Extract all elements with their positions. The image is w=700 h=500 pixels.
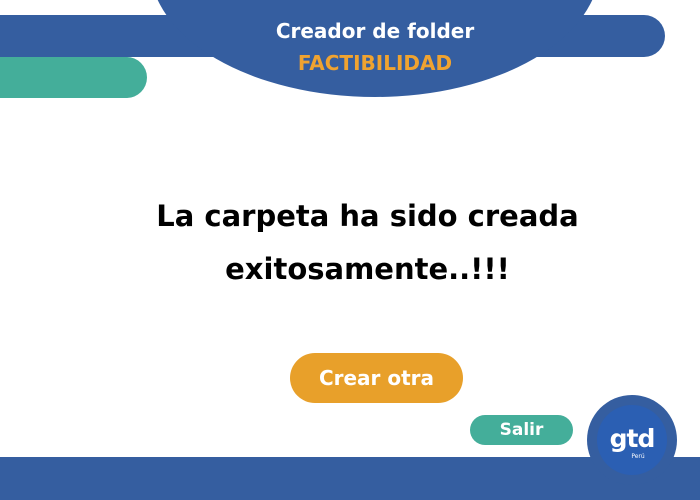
header-dome: [150, 0, 600, 97]
header-teal-band: [0, 57, 147, 98]
header-title: Creador de folder: [275, 19, 475, 43]
gtd-logo-subtext: Perú: [631, 453, 645, 460]
create-another-button[interactable]: Crear otra: [290, 353, 463, 403]
success-message-line-2: exitosamente..!!!: [225, 252, 510, 286]
success-message-line-1: La carpeta ha sido creada: [156, 199, 579, 233]
gtd-logo-text: gtd: [609, 424, 656, 453]
success-message: La carpeta ha sido creada exitosamente..…: [110, 190, 625, 296]
header-subtitle: FACTIBILIDAD: [297, 51, 453, 75]
exit-button[interactable]: Salir: [470, 415, 573, 445]
